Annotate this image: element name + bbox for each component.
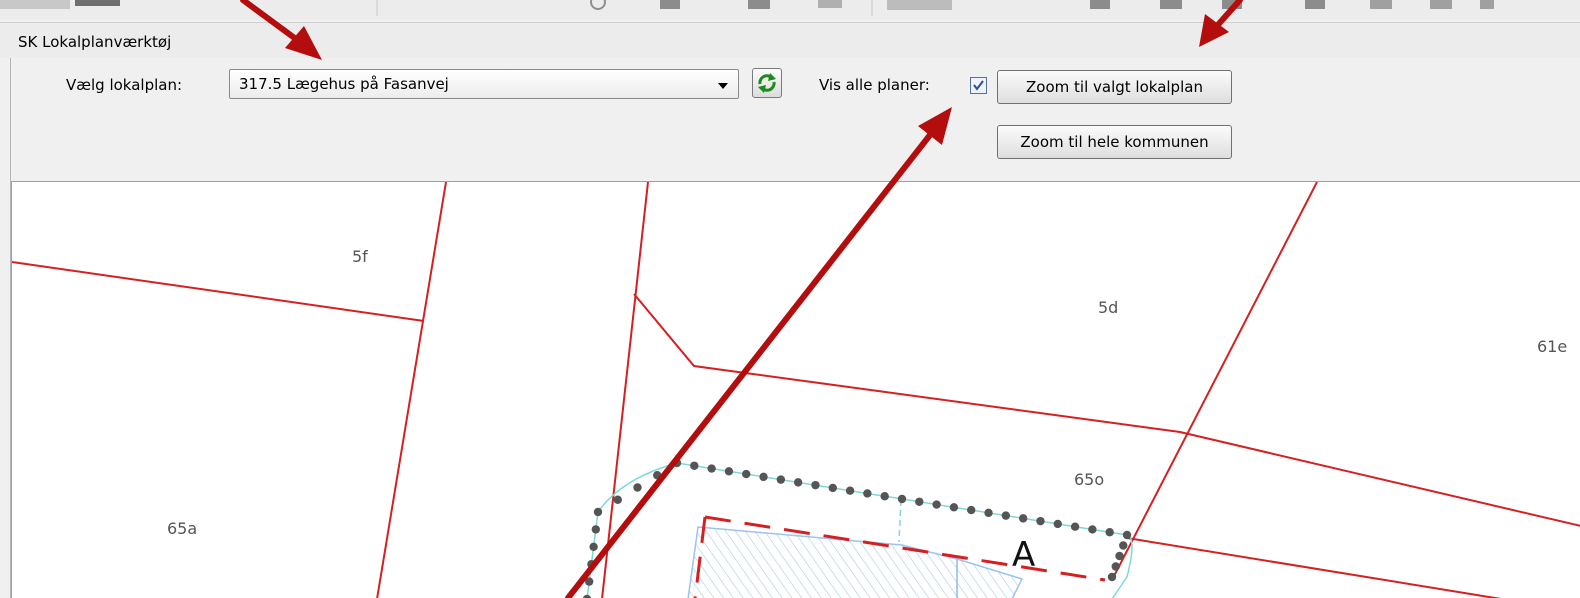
plan-boundary-vertex [724, 467, 734, 476]
plan-boundary-vertex [828, 483, 837, 493]
plan-select[interactable]: 317.5 Lægehus på Fasanvej [229, 69, 739, 99]
plan-boundary-vertex [589, 542, 598, 551]
parcel-label-5d: 5d [1098, 298, 1118, 317]
plan-boundary-vertex [776, 475, 786, 484]
plan-boundary-vertex [690, 461, 699, 470]
parcel-label-61e: 61e [1537, 337, 1567, 356]
plan-boundary-vertex [633, 483, 642, 492]
plan-boundary-vertex [1122, 530, 1132, 540]
show-all-label: Vis alle planer: [819, 76, 930, 94]
parcel-label-65o: 65o [1074, 470, 1104, 489]
plan-boundary-vertex [949, 503, 959, 512]
plan-boundary-vertex [811, 480, 820, 490]
zoom-municipality-button[interactable]: Zoom til hele kommunen [997, 125, 1232, 159]
plan-boundary-vertex [863, 489, 872, 498]
toolbar-icons [0, 0, 1494, 16]
plan-boundary-vertex [1070, 522, 1080, 531]
plan-boundary-vertex [1111, 562, 1120, 571]
parcel-map: 5f 5d 61e 65o 65a A [12, 182, 1580, 598]
plan-boundary-vertex [967, 505, 976, 515]
plan-boundary-vertex [897, 494, 907, 504]
plan-boundary-vertex [742, 469, 751, 479]
chevron-down-icon[interactable] [718, 83, 728, 89]
main-toolbar [0, 0, 1580, 20]
plan-boundary-vertex [707, 464, 716, 473]
map-canvas[interactable]: 5f 5d 61e 65o 65a A [11, 181, 1580, 598]
plan-boundary-vertex [613, 495, 622, 504]
plan-boundary-vertex [591, 525, 600, 534]
zone-label: A [1012, 535, 1035, 575]
building-footprint [687, 526, 1024, 598]
refresh-icon [758, 73, 776, 93]
plan-boundary-vertex [1088, 525, 1097, 534]
panel-title-bar: SK Lokalplanværktøj [0, 22, 1580, 58]
plan-boundary-vertex [585, 577, 594, 586]
plan-boundary-vertex [1107, 572, 1117, 582]
plan-boundary-vertex [845, 486, 855, 495]
plan-boundary-vertex [1053, 519, 1062, 529]
parcel-label-65a: 65a [167, 519, 197, 538]
zoom-selected-plan-button[interactable]: Zoom til valgt lokalplan [997, 70, 1232, 104]
plan-boundary-vertex [1115, 551, 1124, 561]
plan-boundary-vertex [984, 508, 993, 518]
parcel-label-5f: 5f [352, 247, 368, 266]
plan-boundary-vertex [1119, 541, 1128, 550]
plan-boundary-vertex [672, 458, 682, 468]
refresh-button[interactable] [752, 68, 782, 98]
plan-boundary-vertex [793, 478, 803, 487]
checkmark-icon [973, 80, 984, 91]
plan-boundary-vertex [759, 472, 768, 482]
plan-boundary-vertex [1001, 511, 1011, 520]
plan-boundary-vertex [1105, 528, 1114, 537]
plan-boundary-vertex [880, 492, 889, 501]
plan-select-value: 317.5 Lægehus på Fasanvej [239, 75, 449, 93]
plan-boundary-vertex [587, 560, 596, 569]
plan-boundary-vertex [915, 497, 924, 506]
panel-title: SK Lokalplanværktøj [18, 33, 172, 51]
plan-boundary-vertex [593, 507, 603, 517]
plan-boundary-vertex [1036, 516, 1045, 526]
plan-controls: Vælg lokalplan: 317.5 Lægehus på Fasanve… [11, 58, 1580, 182]
plan-boundary-vertex [1018, 514, 1028, 523]
plan-boundary-vertex [932, 500, 941, 509]
show-all-checkbox[interactable] [970, 77, 987, 94]
plan-select-label: Vælg lokalplan: [66, 76, 183, 94]
plan-boundary-vertex [653, 471, 662, 480]
